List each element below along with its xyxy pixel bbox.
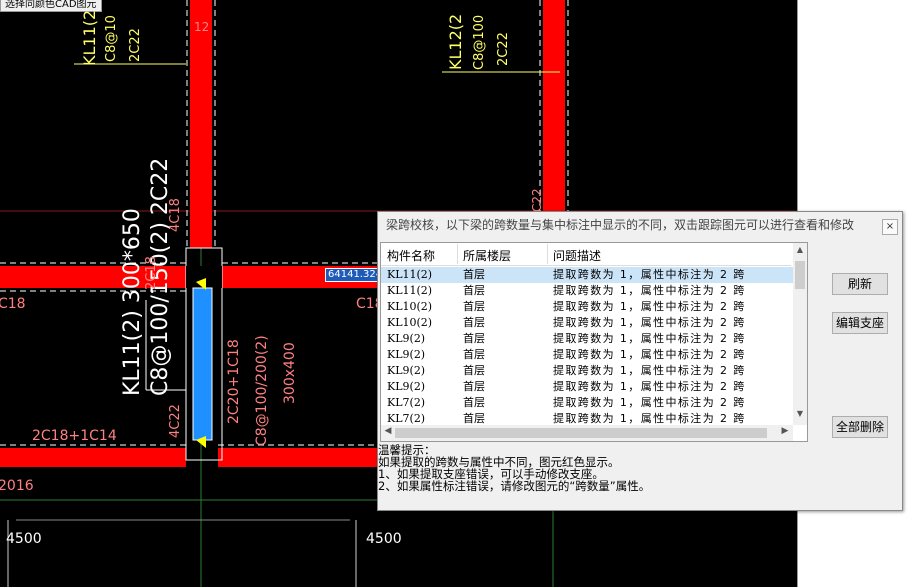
- selected-beam: [192, 287, 213, 441]
- table-row[interactable]: KL9(2) 首层 提取跨数为 1，属性中标注为 2 跨: [381, 347, 802, 363]
- cell-floor: 首层: [463, 332, 485, 345]
- cell-floor: 首层: [463, 316, 485, 329]
- cell-floor: 首层: [463, 348, 485, 361]
- table-row[interactable]: KL9(2) 首层 提取跨数为 1，属性中标注为 2 跨: [381, 379, 802, 395]
- horizontal-scrollbar[interactable]: ◀ ▶: [381, 425, 793, 441]
- cell-floor: 首层: [463, 300, 485, 313]
- tip-area: 温馨提示： 如果提取的跨数与属性中不同，图元红色显示。 1、如果提取支座错误，可…: [378, 444, 808, 492]
- span-check-dialog: 梁跨校核，以下梁的跨数量与集中标注中显示的不同，双击跟踪图元可以进行查看和修改 …: [377, 211, 903, 511]
- table-row[interactable]: KL7(2) 首层 提取跨数为 1，属性中标注为 2 跨: [381, 395, 802, 411]
- left-span-bars-label: 2C18+1C14: [32, 428, 117, 444]
- cell-name: KL10(2): [387, 316, 433, 329]
- cell-name: KL9(2): [387, 348, 426, 361]
- main-beam-name-label: KL11(2) 300*650: [120, 208, 145, 396]
- beam-stirrup-kl12: C8@100: [472, 14, 487, 70]
- cell-name: KL11(2): [387, 268, 433, 281]
- cell-floor: 首层: [463, 396, 485, 409]
- dialog-title: 梁跨校核，以下梁的跨数量与集中标注中显示的不同，双击跟踪图元可以进行查看和修改: [386, 218, 855, 232]
- right-bars-label: 2C20+1C18: [226, 339, 242, 424]
- left-c18-label: C18: [0, 296, 26, 312]
- table-row[interactable]: KL10(2) 首层 提取跨数为 1，属性中标注为 2 跨: [381, 315, 802, 331]
- left-bars-upper-label: 4C18: [168, 198, 183, 232]
- cell-name: KL9(2): [387, 332, 426, 345]
- cell-name: KL11(2): [387, 284, 433, 297]
- c22-partial-label: C22: [530, 188, 544, 212]
- cell-name: KL9(2): [387, 364, 426, 377]
- cell-issue: 提取跨数为 1，属性中标注为 2 跨: [553, 364, 746, 377]
- table-row[interactable]: KL11(2) 首层 提取跨数为 1，属性中标注为 2 跨: [381, 267, 802, 283]
- beam-vertical-right: [543, 0, 565, 211]
- left-bottom-bars-label: 2016: [0, 478, 34, 494]
- cell-floor: 首层: [463, 380, 485, 393]
- beam-label-kl11-top: KL11(2: [80, 9, 99, 66]
- cell-issue: 提取跨数为 1，属性中标注为 2 跨: [553, 332, 746, 345]
- table-row[interactable]: KL9(2) 首层 提取跨数为 1，属性中标注为 2 跨: [381, 331, 802, 347]
- beam-label-kl12: KL12(2: [446, 13, 465, 70]
- column-header-name[interactable]: 构件名称: [387, 247, 435, 264]
- beam-bars-kl11-top: 2C22: [128, 28, 143, 62]
- beam-horizontal-bottom-right: [218, 448, 378, 467]
- tip-line: 2、如果属性标注错误，请修改图元的“跨数量”属性。: [378, 479, 651, 493]
- cell-floor: 首层: [463, 284, 485, 297]
- cell-issue: 提取跨数为 1，属性中标注为 2 跨: [553, 348, 746, 361]
- scroll-right-icon[interactable]: ▶: [779, 426, 791, 440]
- left-bars-lower-label: 4C22: [168, 404, 183, 438]
- column-number: 12: [194, 20, 210, 34]
- column-header-issue[interactable]: 问题描述: [553, 247, 601, 264]
- cell-name: KL9(2): [387, 380, 426, 393]
- left-bars-mid-label: 2C18: [144, 256, 159, 290]
- dimension-right: 4500: [366, 531, 402, 547]
- cell-name: KL7(2): [387, 396, 426, 409]
- column-header-floor[interactable]: 所属楼层: [463, 247, 511, 264]
- close-button[interactable]: ×: [882, 219, 898, 235]
- beam-stirrup-kl11-top: C8@10: [104, 15, 119, 62]
- beam-vertical-top: [190, 0, 212, 248]
- right-size-label: 300x400: [282, 342, 298, 404]
- cell-issue: 提取跨数为 1，属性中标注为 2 跨: [553, 316, 746, 329]
- beam-bars-kl12: 2C22: [496, 32, 511, 66]
- right-stirrup-label: C8@100/200(2): [254, 335, 270, 446]
- edit-support-button[interactable]: 编辑支座: [832, 312, 888, 334]
- scroll-thumb-horizontal[interactable]: [395, 428, 767, 438]
- cell-issue: 提取跨数为 1，属性中标注为 2 跨: [553, 284, 746, 297]
- scroll-up-icon[interactable]: ▲: [793, 245, 807, 257]
- cell-issue: 提取跨数为 1，属性中标注为 2 跨: [553, 396, 746, 409]
- cell-floor: 首层: [463, 364, 485, 377]
- cell-name: KL10(2): [387, 300, 433, 313]
- dimension-left: 4500: [6, 531, 42, 547]
- issue-list[interactable]: 构件名称 所属楼层 问题描述 KL11(2) 首层 提取跨数为 1，属性中标注为 2…: [380, 242, 808, 442]
- scroll-thumb[interactable]: [795, 261, 805, 289]
- refresh-button[interactable]: 刷新: [832, 273, 888, 295]
- table-row[interactable]: KL11(2) 首层 提取跨数为 1，属性中标注为 2 跨: [381, 283, 802, 299]
- cell-issue: 提取跨数为 1，属性中标注为 2 跨: [553, 268, 746, 281]
- table-row[interactable]: KL9(2) 首层 提取跨数为 1，属性中标注为 2 跨: [381, 363, 802, 379]
- delete-all-button[interactable]: 全部删除: [832, 416, 888, 438]
- beam-horizontal-bottom-left: [0, 448, 186, 467]
- cell-issue: 提取跨数为 1，属性中标注为 2 跨: [553, 380, 746, 393]
- cell-issue: 提取跨数为 1，属性中标注为 2 跨: [553, 300, 746, 313]
- list-header: 构件名称 所属楼层 问题描述: [381, 243, 791, 266]
- table-row[interactable]: KL10(2) 首层 提取跨数为 1，属性中标注为 2 跨: [381, 299, 802, 315]
- scroll-left-icon[interactable]: ◀: [382, 426, 394, 440]
- vertical-scrollbar[interactable]: ▲ ▼: [793, 243, 807, 425]
- scroll-down-icon[interactable]: ▼: [793, 409, 807, 421]
- cell-floor: 首层: [463, 268, 485, 281]
